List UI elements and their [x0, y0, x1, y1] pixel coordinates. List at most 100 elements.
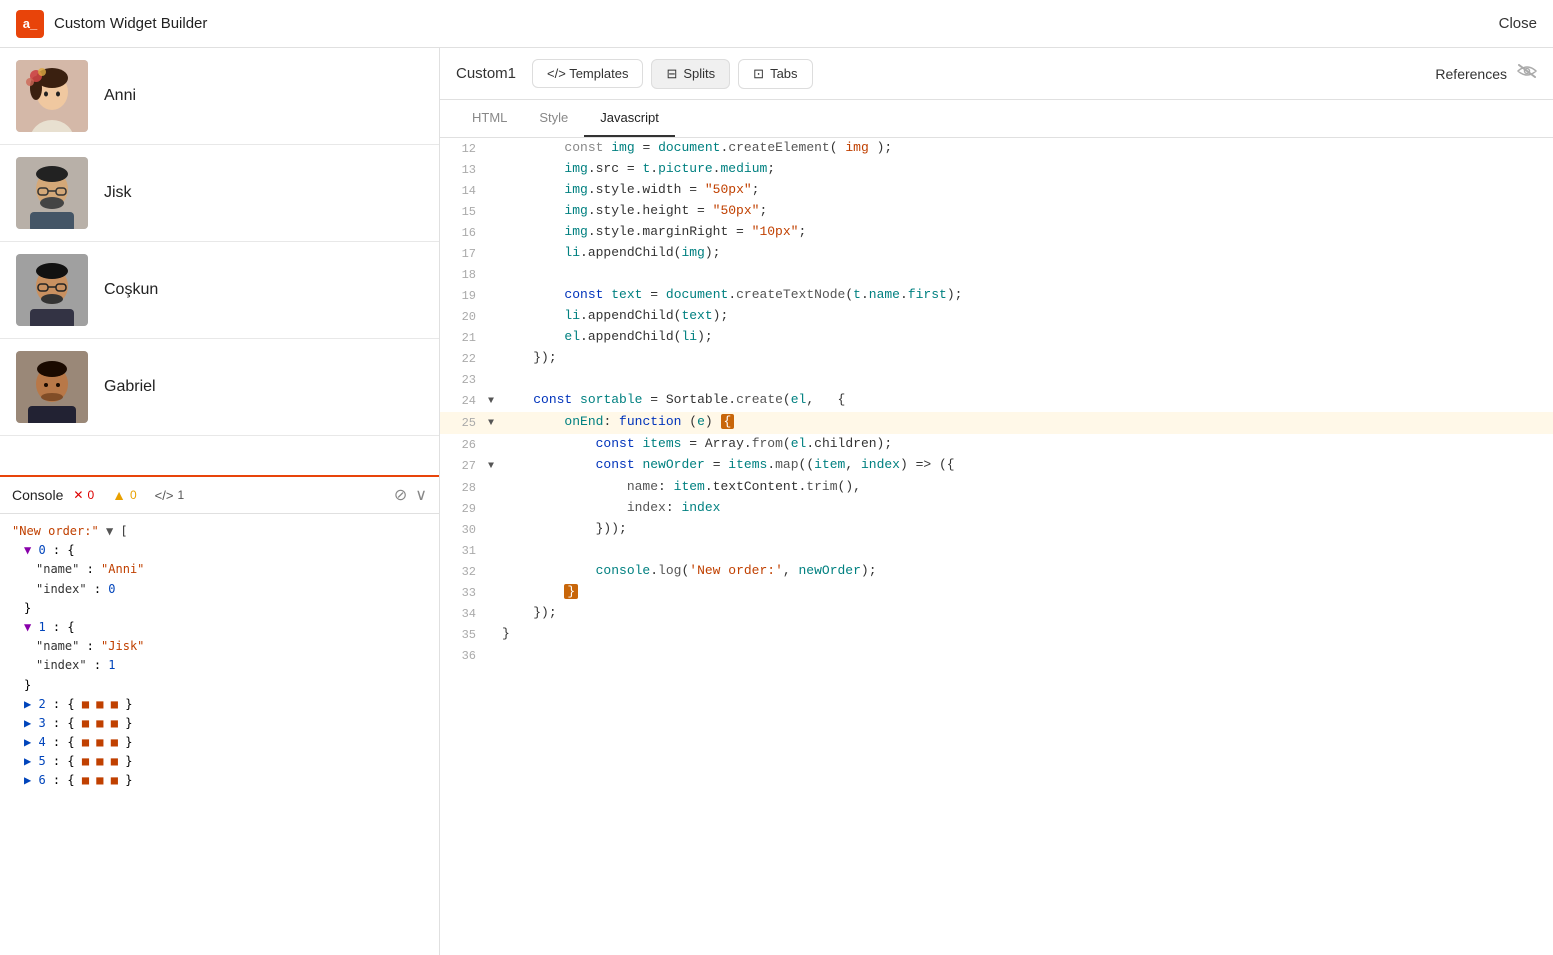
console-line: ▼ 0 : { [12, 541, 427, 560]
code-line-35: 35 } [440, 624, 1553, 645]
line-content: } [502, 582, 1553, 602]
line-arrow [488, 540, 502, 542]
tabs-button[interactable]: ⊡ Tabs [738, 59, 812, 89]
code-line-18: 18 [440, 264, 1553, 285]
line-content [502, 645, 1553, 665]
line-content [502, 264, 1553, 284]
line-number: 31 [440, 540, 488, 561]
code-line-36: 36 [440, 645, 1553, 666]
person-name: Anni [104, 87, 136, 105]
line-number: 15 [440, 201, 488, 222]
code-line-30: 30 })); [440, 519, 1553, 540]
references-section: References [1435, 64, 1537, 83]
console-line: } [12, 599, 427, 618]
line-arrow [488, 561, 502, 563]
info-count: 1 [177, 488, 184, 502]
app-logo: a_ [16, 10, 44, 38]
line-arrow [488, 477, 502, 479]
console-line: "index" : 1 [12, 656, 427, 675]
code-line-19: 19 const text = document.createTextNode(… [440, 285, 1553, 306]
line-number: 29 [440, 498, 488, 519]
no-entry-icon[interactable]: ⊘ [394, 485, 407, 505]
line-number: 19 [440, 285, 488, 306]
code-line-31: 31 [440, 540, 1553, 561]
tab-html[interactable]: HTML [456, 100, 523, 137]
line-number: 14 [440, 180, 488, 201]
code-line-12: 12 const img = document.createElement( i… [440, 138, 1553, 159]
code-line-29: 29 index: index [440, 498, 1553, 519]
list-item[interactable]: Anni [0, 48, 439, 145]
line-number: 18 [440, 264, 488, 285]
code-line-15: 15 img.style.height = "50px"; [440, 201, 1553, 222]
warn-icon: ▲ [112, 487, 126, 503]
editor-toolbar: Custom1 </> Templates ⊟ Console Splits ⊡… [440, 48, 1553, 100]
console-line: "name" : "Jisk" [12, 637, 427, 656]
line-content: const newOrder = items.map((item, index)… [502, 455, 1553, 475]
console-line[interactable]: ▶ 2 : { ■ ■ ■ } [12, 695, 427, 714]
line-content: onEnd: function (e) { [502, 412, 1553, 432]
console-body: "New order:" ▼ [ ▼ 0 : { "name" : "Anni" [0, 514, 439, 955]
line-content: const img = document.createElement( img … [502, 138, 1553, 158]
line-content: el.appendChild(li); [502, 327, 1553, 347]
line-number: 24 [440, 390, 488, 411]
console-line[interactable]: ▶ 6 : { ■ ■ ■ } [12, 771, 427, 790]
close-button[interactable]: Close [1499, 15, 1537, 32]
eye-slash-svg [1517, 64, 1537, 78]
avatar-image [16, 157, 88, 229]
console-line: "New order:" ▼ [ [12, 522, 427, 541]
line-content: } [502, 624, 1553, 644]
line-arrow [488, 159, 502, 161]
line-number: 35 [440, 624, 488, 645]
topbar-left: a_ Custom Widget Builder [16, 10, 207, 38]
line-content: }); [502, 603, 1553, 623]
tab-javascript[interactable]: Javascript [584, 100, 675, 137]
code-line-23: 23 [440, 369, 1553, 390]
eye-slash-icon[interactable] [1517, 64, 1537, 83]
templates-button[interactable]: </> Templates [532, 59, 643, 88]
line-content: }); [502, 348, 1553, 368]
console-line[interactable]: ▶ 5 : { ■ ■ ■ } [12, 752, 427, 771]
list-item[interactable]: Gabriel [0, 339, 439, 436]
code-line-25: 25 ▼ onEnd: function (e) { [440, 412, 1553, 434]
line-arrow [488, 201, 502, 203]
splits-button[interactable]: ⊟ Console Splits [651, 59, 730, 89]
line-number: 27 [440, 455, 488, 476]
line-content: const sortable = Sortable.create(el, { [502, 390, 1553, 410]
line-arrow: ▼ [488, 412, 502, 434]
list-item[interactable]: Jisk [0, 145, 439, 242]
expand-icon[interactable]: ∨ [415, 485, 427, 505]
line-content [502, 540, 1553, 560]
line-content: const items = Array.from(el.children); [502, 434, 1553, 454]
line-content: })); [502, 519, 1553, 539]
avatar [16, 60, 88, 132]
line-arrow: ▼ [488, 390, 502, 412]
line-number: 21 [440, 327, 488, 348]
left-panel: Anni [0, 48, 440, 955]
line-content: li.appendChild(text); [502, 306, 1553, 326]
console-line[interactable]: ▶ 4 : { ■ ■ ■ } [12, 733, 427, 752]
console-line[interactable]: ▶ 3 : { ■ ■ ■ } [12, 714, 427, 733]
references-label: References [1435, 66, 1507, 82]
console-error-badge: ✕ 0 [73, 488, 94, 502]
list-item[interactable]: Coşkun [0, 242, 439, 339]
code-line-21: 21 el.appendChild(li); [440, 327, 1553, 348]
code-editor[interactable]: 12 const img = document.createElement( i… [440, 138, 1553, 955]
code-line-13: 13 img.src = t.picture.medium; [440, 159, 1553, 180]
avatar-image [16, 60, 88, 132]
person-name: Jisk [104, 184, 132, 202]
code-line-26: 26 const items = Array.from(el.children)… [440, 434, 1553, 455]
warn-count: 0 [130, 488, 137, 502]
code-line-20: 20 li.appendChild(text); [440, 306, 1553, 327]
code-line-27: 27 ▼ const newOrder = items.map((item, i… [440, 455, 1553, 477]
line-content: img.src = t.picture.medium; [502, 159, 1553, 179]
line-number: 30 [440, 519, 488, 540]
line-number: 12 [440, 138, 488, 159]
code-line-33: 33 } [440, 582, 1553, 603]
line-arrow [488, 306, 502, 308]
line-arrow [488, 498, 502, 500]
tab-style[interactable]: Style [523, 100, 584, 137]
console-line: ▼ 1 : { [12, 618, 427, 637]
error-icon: ✕ [73, 488, 83, 502]
line-content: const text = document.createTextNode(t.n… [502, 285, 1553, 305]
right-panel: Custom1 </> Templates ⊟ Console Splits ⊡… [440, 48, 1553, 955]
